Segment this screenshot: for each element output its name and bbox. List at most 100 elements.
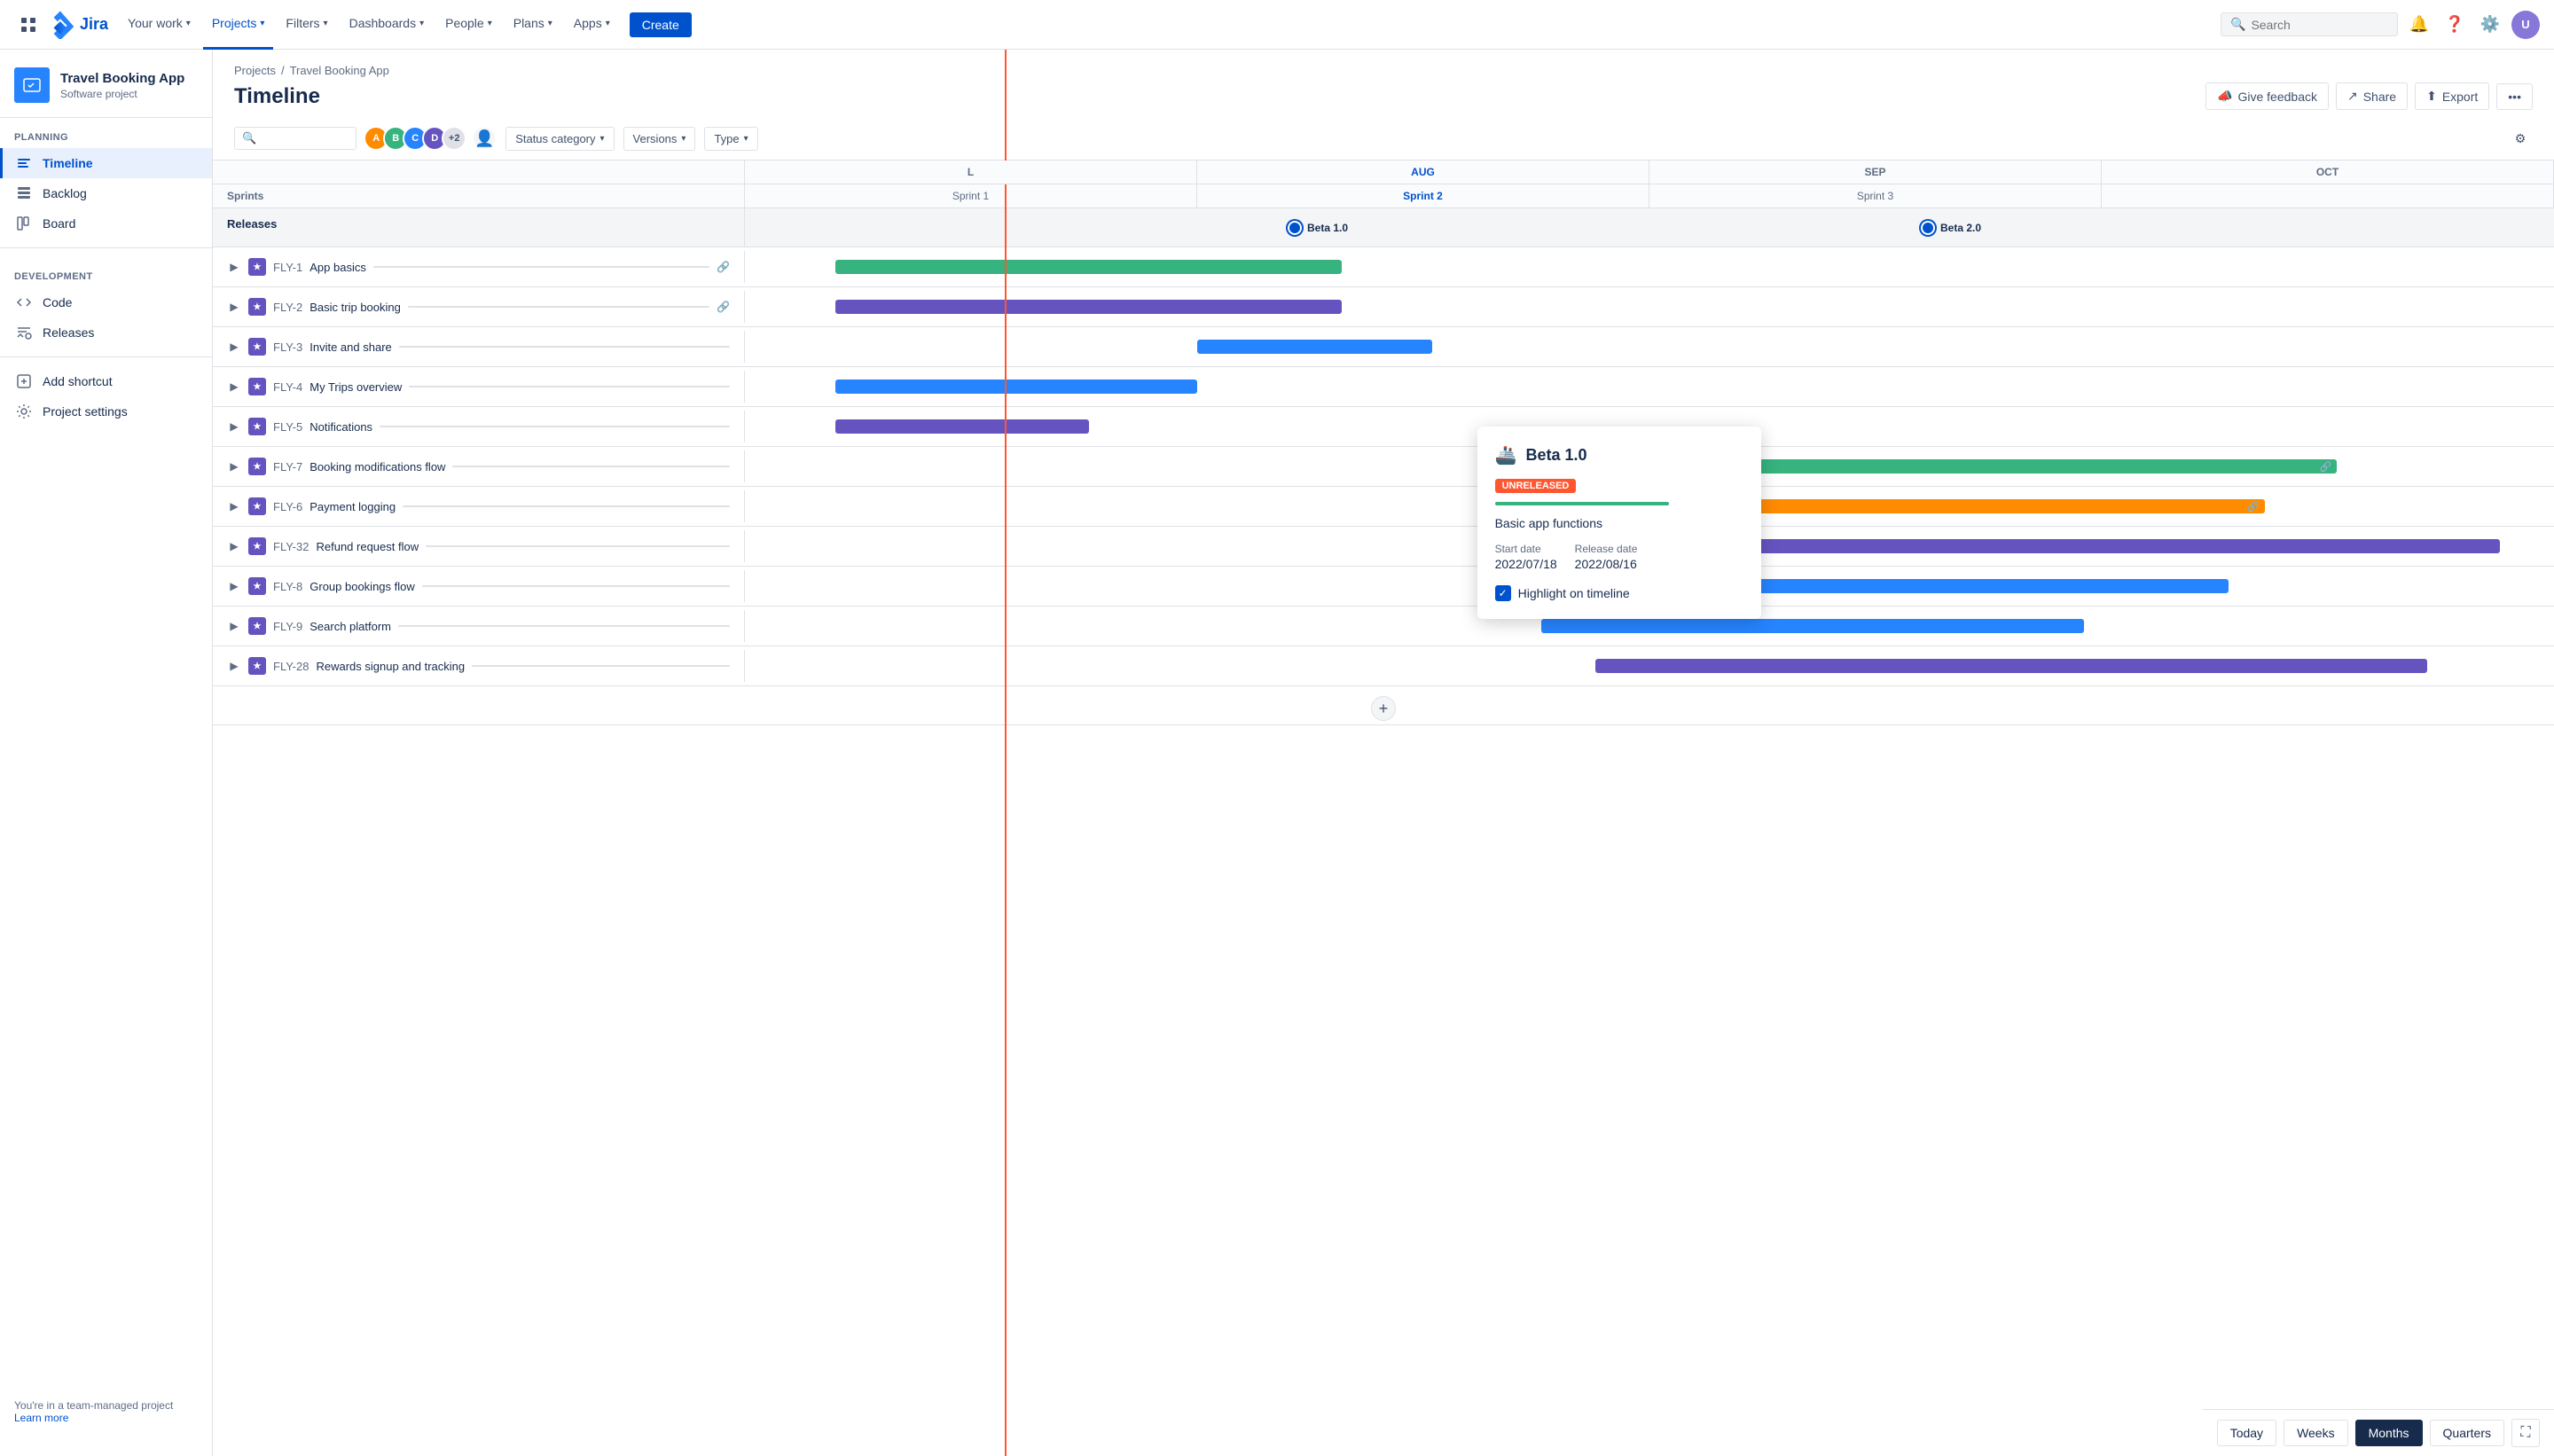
- settings-icon[interactable]: ⚙️: [2476, 11, 2504, 39]
- nav-projects[interactable]: Projects ▾: [203, 0, 274, 50]
- feedback-button[interactable]: 📣 Give feedback: [2205, 82, 2329, 110]
- months-button[interactable]: Months: [2355, 1420, 2423, 1446]
- expand-button[interactable]: ⛶: [2511, 1419, 2540, 1447]
- breadcrumb-projects[interactable]: Projects: [234, 64, 276, 77]
- fly2-underline: [408, 306, 709, 308]
- fly28-chip: ★: [248, 657, 266, 675]
- user-avatar[interactable]: U: [2511, 11, 2540, 39]
- sidebar: Travel Booking App Software project PLAN…: [0, 50, 213, 1456]
- fly3-label: ▶ ★ FLY-3 Invite and share: [213, 331, 745, 363]
- fly4-bar[interactable]: [835, 380, 1197, 394]
- sidebar-divider-1: [0, 247, 212, 248]
- page-header: Projects / Travel Booking App Timeline 📣…: [213, 50, 2554, 117]
- sprint-1-cell: Sprint 1: [745, 184, 1197, 207]
- fly5-label: ▶ ★ FLY-5 Notifications: [213, 411, 745, 442]
- sidebar-divider-2: [0, 356, 212, 357]
- fly1-bar[interactable]: [835, 260, 1342, 274]
- status-category-filter[interactable]: Status category ▾: [505, 127, 614, 151]
- fly5-id: FLY-5: [273, 420, 302, 434]
- share-label: Share: [2363, 90, 2396, 104]
- nav-people[interactable]: People ▾: [436, 0, 501, 50]
- nav-plans[interactable]: Plans ▾: [505, 0, 561, 50]
- nav-apps[interactable]: Apps ▾: [565, 0, 619, 50]
- today-button[interactable]: Today: [2217, 1420, 2276, 1446]
- logo-text: Jira: [80, 15, 108, 34]
- nav-your-work[interactable]: Your work ▾: [119, 0, 200, 50]
- fly1-expand[interactable]: ▶: [227, 260, 241, 274]
- fly2-bar-area: [745, 287, 2554, 326]
- fly2-link-icon[interactable]: 🔗: [717, 301, 730, 313]
- search-box[interactable]: 🔍: [2221, 12, 2398, 36]
- fly6-name: Payment logging: [309, 500, 396, 513]
- fly4-chip: ★: [248, 378, 266, 395]
- avatar-add[interactable]: 👤: [472, 126, 497, 151]
- main-content: Projects / Travel Booking App Timeline 📣…: [213, 50, 2554, 1456]
- release-beta1[interactable]: Beta 1.0: [1288, 221, 1348, 235]
- sidebar-item-code[interactable]: Code: [0, 287, 212, 317]
- sidebar-item-project-settings[interactable]: Project settings: [0, 396, 212, 427]
- breadcrumb-project[interactable]: Travel Booking App: [290, 64, 389, 77]
- fly2-chip: ★: [248, 298, 266, 316]
- jira-logo[interactable]: Jira: [46, 11, 108, 39]
- fly32-expand[interactable]: ▶: [227, 539, 241, 553]
- add-epic-button[interactable]: +: [1371, 696, 1396, 721]
- fly3-chip: ★: [248, 338, 266, 356]
- fly7-expand[interactable]: ▶: [227, 459, 241, 474]
- help-icon[interactable]: ❓: [2440, 11, 2469, 39]
- fly5-bar[interactable]: [835, 419, 1089, 434]
- release-beta2[interactable]: Beta 2.0: [1921, 221, 1981, 235]
- quarters-button[interactable]: Quarters: [2430, 1420, 2504, 1446]
- sidebar-backlog-label: Backlog: [43, 186, 87, 200]
- avatar-more[interactable]: +2: [442, 126, 466, 151]
- fly2-bar[interactable]: [835, 300, 1342, 314]
- filter-search-box[interactable]: 🔍: [234, 127, 356, 150]
- learn-more-link[interactable]: Learn more: [14, 1412, 68, 1424]
- highlight-checkbox[interactable]: ✓: [1495, 585, 1511, 601]
- header-label-col: [213, 160, 745, 184]
- start-date-value: 2022/07/18: [1495, 557, 1557, 571]
- fly9-label: ▶ ★ FLY-9 Search platform: [213, 610, 745, 642]
- search-input[interactable]: [2251, 18, 2388, 32]
- fly8-label: ▶ ★ FLY-8 Group bookings flow: [213, 570, 745, 602]
- versions-filter[interactable]: Versions ▾: [623, 127, 696, 151]
- backlog-icon: [14, 185, 34, 201]
- sidebar-item-board[interactable]: Board: [0, 208, 212, 239]
- share-button[interactable]: ↗ Share: [2336, 82, 2408, 110]
- sidebar-item-timeline[interactable]: Timeline: [0, 148, 212, 178]
- epic-row-fly4: ▶ ★ FLY-4 My Trips overview: [213, 367, 2554, 407]
- fly1-link-icon[interactable]: 🔗: [717, 261, 730, 273]
- filter-search-input[interactable]: [260, 131, 349, 145]
- fly5-expand[interactable]: ▶: [227, 419, 241, 434]
- nav-filters[interactable]: Filters ▾: [277, 0, 336, 50]
- weeks-button[interactable]: Weeks: [2284, 1420, 2348, 1446]
- sidebar-item-backlog[interactable]: Backlog: [0, 178, 212, 208]
- filter-settings-icon[interactable]: ⚙: [2508, 126, 2533, 151]
- type-filter[interactable]: Type ▾: [704, 127, 757, 151]
- fly9-bar[interactable]: [1541, 619, 2084, 633]
- fly8-expand[interactable]: ▶: [227, 579, 241, 593]
- fly28-bar[interactable]: [1595, 659, 2427, 673]
- fly3-bar[interactable]: [1197, 340, 1432, 354]
- fly3-name: Invite and share: [309, 341, 392, 354]
- fly6-expand[interactable]: ▶: [227, 499, 241, 513]
- grid-icon[interactable]: [14, 11, 43, 39]
- fly9-expand[interactable]: ▶: [227, 619, 241, 633]
- more-button[interactable]: •••: [2496, 83, 2533, 110]
- fly28-expand[interactable]: ▶: [227, 659, 241, 673]
- fly3-expand[interactable]: ▶: [227, 340, 241, 354]
- export-button[interactable]: ⬆ Export: [2415, 82, 2489, 110]
- fly28-bar-area: [745, 646, 2554, 685]
- sidebar-item-add-shortcut[interactable]: Add shortcut: [0, 366, 212, 396]
- popup-highlight: ✓ Highlight on timeline: [1495, 585, 1743, 601]
- epic-row-fly9: ▶ ★ FLY-9 Search platform: [213, 607, 2554, 646]
- beta2-dot: [1921, 221, 1935, 235]
- status-category-label: Status category: [515, 132, 595, 145]
- nav-dashboards[interactable]: Dashboards ▾: [341, 0, 434, 50]
- timeline-area[interactable]: L AUG SEP OCT Sprints Sprint 1 Sprint 2 …: [213, 160, 2554, 1456]
- fly32-name: Refund request flow: [316, 540, 419, 553]
- notifications-icon[interactable]: 🔔: [2405, 11, 2433, 39]
- fly2-expand[interactable]: ▶: [227, 300, 241, 314]
- create-button[interactable]: Create: [630, 12, 692, 37]
- fly4-expand[interactable]: ▶: [227, 380, 241, 394]
- sidebar-item-releases[interactable]: Releases: [0, 317, 212, 348]
